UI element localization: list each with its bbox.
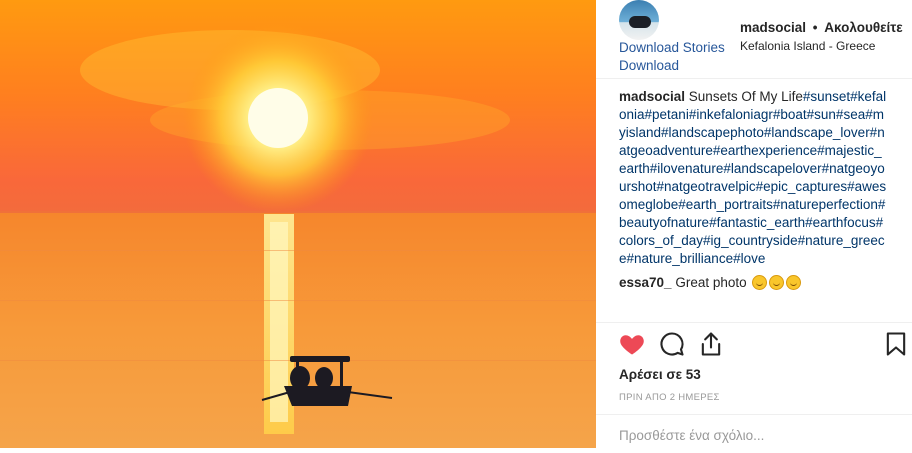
download-link[interactable]: Download xyxy=(619,58,679,73)
caption-hashtags[interactable]: #sunset#kefalonia#petani#inkefaloniagr#b… xyxy=(619,89,886,266)
smiling-face-icon xyxy=(769,275,785,290)
comment-username[interactable]: essa70_ xyxy=(619,275,672,290)
separator-dot: • xyxy=(812,20,818,35)
comment-icon[interactable] xyxy=(658,330,686,358)
smiling-face-icon xyxy=(752,275,768,290)
caption-text: Sunsets Of My Life xyxy=(688,89,803,104)
avatar[interactable] xyxy=(619,0,659,40)
header-divider xyxy=(596,78,912,79)
follow-status[interactable]: Ακολουθείτε xyxy=(824,20,902,35)
download-stories-link[interactable]: Download Stories xyxy=(619,40,725,55)
post-side-panel: Download Stories Download madsocial • Ακ… xyxy=(596,0,912,453)
heart-icon[interactable] xyxy=(618,330,646,358)
comments-divider xyxy=(596,322,912,323)
caption-username[interactable]: madsocial xyxy=(619,89,685,104)
add-comment-input[interactable] xyxy=(619,425,889,446)
likes-count[interactable]: Αρέσει σε 53 xyxy=(619,367,701,382)
add-comment-divider xyxy=(596,414,912,415)
smiling-face-icon xyxy=(786,275,802,290)
comment-text: Great photo xyxy=(675,275,747,290)
header-user-line: madsocial • Ακολουθείτε xyxy=(740,20,903,35)
post-photo[interactable] xyxy=(0,0,596,448)
post-time[interactable]: ΠΡΙΝ ΑΠΟ 2 ΗΜΕΡΕΣ xyxy=(619,392,720,403)
bookmark-icon[interactable] xyxy=(882,330,910,358)
share-icon[interactable] xyxy=(697,330,725,358)
caption: madsocial Sunsets Of My Life#sunset#kefa… xyxy=(619,88,889,268)
action-bar xyxy=(596,330,912,360)
comments-area: madsocial Sunsets Of My Life#sunset#kefa… xyxy=(619,88,889,318)
header-username[interactable]: madsocial xyxy=(740,20,806,35)
location[interactable]: Kefalonia Island - Greece xyxy=(740,39,875,53)
photo-bottom-strip xyxy=(0,448,596,453)
comment-item: essa70_ Great photo xyxy=(619,274,889,292)
post-header: Download Stories Download madsocial • Ακ… xyxy=(596,0,912,78)
